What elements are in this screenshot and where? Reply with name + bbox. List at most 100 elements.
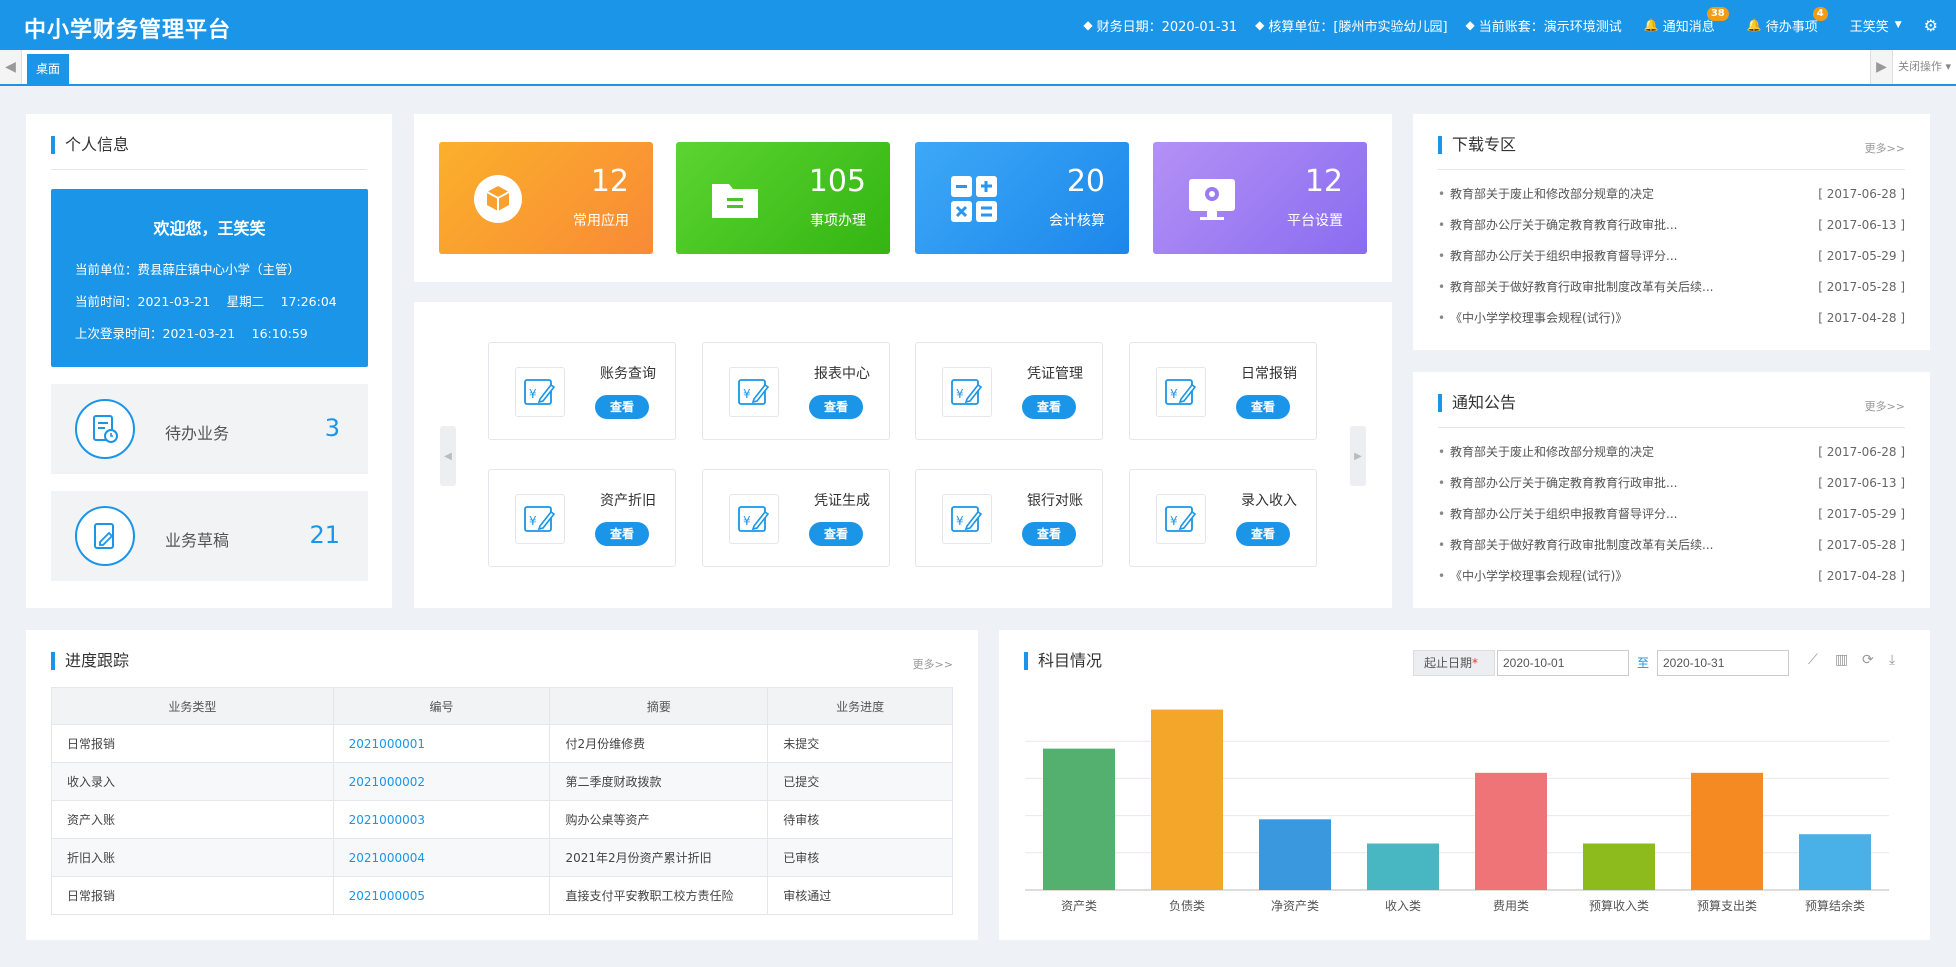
- tile-platform-settings[interactable]: 12 平台设置: [1153, 142, 1367, 254]
- tile-label: 会计核算: [1049, 213, 1105, 229]
- view-button[interactable]: 查看: [809, 395, 863, 419]
- table-row[interactable]: 收入录入 2021000002 第二季度财政拨款 已提交: [51, 762, 953, 801]
- tile-value: 105: [808, 164, 866, 199]
- arrow-right-icon: ▶: [1876, 59, 1887, 75]
- line-chart-icon[interactable]: ⟋: [1808, 652, 1818, 668]
- record-number-link[interactable]: 2021000002: [332, 762, 551, 801]
- bar-chart-icon[interactable]: ▥: [1835, 652, 1848, 668]
- bar-负债类[interactable]: [1151, 709, 1223, 890]
- view-button[interactable]: 查看: [595, 395, 649, 419]
- shortcut-card[interactable]: ¥ 银行对账 查看: [915, 469, 1103, 567]
- view-button[interactable]: 查看: [809, 522, 863, 546]
- table-cell: 付2月份维修费: [549, 724, 769, 763]
- table-row[interactable]: 折旧入账 2021000004 2021年2月份资产累计折旧 已审核: [51, 838, 953, 877]
- shortcuts-prev[interactable]: ◀: [440, 426, 456, 486]
- notices-more-link[interactable]: 更多>>: [1865, 398, 1905, 414]
- bullet: •: [1438, 249, 1446, 263]
- shortcut-card[interactable]: ¥ 账务查询 查看: [488, 342, 676, 440]
- progress-more-link[interactable]: 更多>>: [913, 656, 953, 672]
- voucher-edit-icon: ¥: [942, 367, 992, 417]
- tile-accounting[interactable]: 20 会计核算: [915, 142, 1129, 254]
- item-title: 教育部办公厅关于组织申报教育督导评分...: [1450, 249, 1678, 263]
- voucher-edit-icon: ¥: [1156, 494, 1206, 544]
- shortcut-card[interactable]: ¥ 资产折旧 查看: [488, 469, 676, 567]
- bar-预算结余类[interactable]: [1799, 834, 1871, 890]
- bar-资产类[interactable]: [1043, 748, 1115, 890]
- download-icon[interactable]: ⤓: [1889, 652, 1895, 668]
- refresh-icon[interactable]: ⟳: [1862, 652, 1874, 668]
- view-button[interactable]: 查看: [595, 522, 649, 546]
- business-drafts[interactable]: 业务草稿 21: [51, 491, 368, 581]
- bar-收入类[interactable]: [1367, 843, 1439, 891]
- cube-icon: [474, 175, 522, 223]
- pending-label: 待办业务: [165, 424, 230, 443]
- close-operations[interactable]: 关闭操作 ▾: [1892, 50, 1956, 84]
- header-meta: ◆ 财务日期：2020-01-31 ◆ 核算单位：[滕州市实验幼儿园] ◆ 当前账套：…: [1065, 0, 1946, 50]
- accounting-unit-text: 核算单位：[滕州市实验幼儿园]: [1268, 19, 1448, 35]
- table-cell: 已提交: [767, 762, 953, 801]
- record-number-link[interactable]: 2021000004: [332, 838, 551, 877]
- settings-button[interactable]: ⚙: [1924, 16, 1938, 35]
- list-item[interactable]: • 教育部关于做好教育行政审批制度改革有关后续... [ 2017-05-28 ]: [1438, 277, 1905, 308]
- todo-button[interactable]: 🔔 待办事项 4: [1747, 6, 1828, 35]
- shortcuts-next[interactable]: ▶: [1350, 426, 1366, 486]
- bar-预算支出类[interactable]: [1691, 772, 1763, 890]
- tile-label: 平台设置: [1287, 213, 1343, 229]
- shortcut-card[interactable]: ¥ 凭证管理 查看: [915, 342, 1103, 440]
- list-item[interactable]: • 教育部关于废止和修改部分规章的决定 [ 2017-06-28 ]: [1438, 184, 1905, 215]
- table-row[interactable]: 日常报销 2021000001 付2月份维修费 未提交: [51, 724, 953, 763]
- item-date: [ 2017-04-28 ]: [1818, 569, 1905, 583]
- bar-费用类[interactable]: [1475, 772, 1547, 890]
- item-title: 《中小学学校理事会规程(试行)》: [1450, 569, 1628, 583]
- x-tick-label: 费用类: [1493, 899, 1529, 913]
- view-button[interactable]: 查看: [1236, 395, 1290, 419]
- tab-scroll-left[interactable]: ◀: [0, 50, 22, 84]
- user-menu[interactable]: 王笑笑 ▼: [1850, 16, 1902, 35]
- item-date: [ 2017-06-13 ]: [1818, 476, 1905, 490]
- table-row[interactable]: 资产入账 2021000003 购办公桌等资产 待审核: [51, 800, 953, 839]
- accounting-unit[interactable]: ◆ 核算单位：[滕州市实验幼儿园]: [1255, 16, 1447, 35]
- end-date-input[interactable]: [1657, 650, 1789, 676]
- notice-button[interactable]: 🔔 通知消息 38: [1644, 6, 1729, 35]
- view-button[interactable]: 查看: [1022, 522, 1076, 546]
- list-item[interactable]: • 《中小学学校理事会规程(试行)》 [ 2017-04-28 ]: [1438, 308, 1905, 339]
- pending-business[interactable]: 待办业务 3: [51, 384, 368, 474]
- bullet: •: [1438, 187, 1446, 201]
- tile-value: 20: [1066, 164, 1105, 199]
- list-item[interactable]: • 《中小学学校理事会规程(试行)》 [ 2017-04-28 ]: [1438, 566, 1905, 597]
- tab-desktop[interactable]: 桌面: [27, 54, 70, 84]
- bar-净资产类[interactable]: [1259, 819, 1331, 890]
- x-tick-label: 预算收入类: [1589, 898, 1649, 913]
- voucher-edit-icon: ¥: [515, 367, 565, 417]
- svg-text:¥: ¥: [529, 514, 537, 528]
- record-number-link[interactable]: 2021000003: [332, 800, 551, 839]
- table-row[interactable]: 日常报销 2021000005 直接支付平安教职工校方责任险 审核通过: [51, 876, 953, 915]
- table-cell: 待审核: [767, 800, 953, 839]
- tile-matters[interactable]: 105 事项办理: [676, 142, 890, 254]
- shortcut-card[interactable]: ¥ 凭证生成 查看: [702, 469, 890, 567]
- tile-common-apps[interactable]: 12 常用应用: [439, 142, 653, 254]
- account-set[interactable]: ◆ 当前账套：演示环境测试: [1466, 16, 1622, 35]
- item-title: 教育部关于废止和修改部分规章的决定: [1450, 187, 1655, 201]
- list-item[interactable]: • 教育部办公厅关于组织申报教育督导评分... [ 2017-05-29 ]: [1438, 246, 1905, 277]
- bullet: •: [1438, 476, 1446, 490]
- bar-预算收入类[interactable]: [1583, 843, 1655, 891]
- view-button[interactable]: 查看: [1236, 522, 1290, 546]
- list-item[interactable]: • 教育部办公厅关于确定教育教育行政审批... [ 2017-06-13 ]: [1438, 215, 1905, 246]
- view-button[interactable]: 查看: [1022, 395, 1076, 419]
- shortcut-card[interactable]: ¥ 日常报销 查看: [1129, 342, 1317, 440]
- x-tick-label: 资产类: [1061, 899, 1097, 913]
- item-date: [ 2017-05-29 ]: [1818, 507, 1905, 521]
- tab-scroll-right[interactable]: ▶: [1870, 50, 1892, 84]
- shortcut-card[interactable]: ¥ 报表中心 查看: [702, 342, 890, 440]
- shortcut-card[interactable]: ¥ 录入收入 查看: [1129, 469, 1317, 567]
- downloads-more-link[interactable]: 更多>>: [1865, 140, 1905, 156]
- list-item[interactable]: • 教育部办公厅关于确定教育教育行政审批... [ 2017-06-13 ]: [1438, 473, 1905, 504]
- voucher-edit-icon: ¥: [1156, 367, 1206, 417]
- start-date-input[interactable]: [1497, 650, 1629, 676]
- record-number-link[interactable]: 2021000005: [332, 876, 551, 915]
- list-item[interactable]: • 教育部关于废止和修改部分规章的决定 [ 2017-06-28 ]: [1438, 442, 1905, 473]
- list-item[interactable]: • 教育部办公厅关于组织申报教育督导评分... [ 2017-05-29 ]: [1438, 504, 1905, 535]
- list-item[interactable]: • 教育部关于做好教育行政审批制度改革有关后续... [ 2017-05-28 ]: [1438, 535, 1905, 566]
- record-number-link[interactable]: 2021000001: [332, 724, 551, 763]
